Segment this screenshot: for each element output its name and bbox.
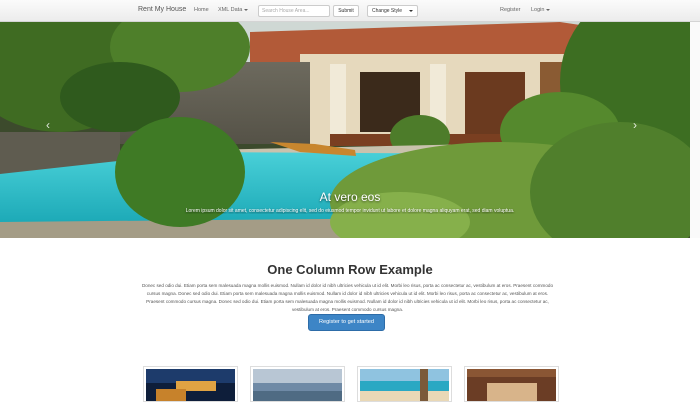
caret-down-icon	[409, 10, 413, 12]
nav-login-label: Login	[531, 7, 545, 13]
thumbnail-image	[360, 369, 449, 401]
nav-login-dropdown[interactable]: Login	[531, 7, 551, 13]
search-submit-button[interactable]: Submit	[333, 5, 359, 17]
change-style-select[interactable]: Change Style	[367, 5, 418, 17]
thumbnail-image	[467, 369, 556, 401]
nav-home-link[interactable]: Home	[194, 7, 209, 13]
carousel-caption-title: At vero eos	[319, 190, 381, 204]
thumbnail-image	[253, 369, 342, 401]
search-input[interactable]	[258, 5, 330, 17]
property-thumbnail[interactable]	[357, 366, 452, 402]
carousel-slide-image	[0, 22, 700, 238]
intro-paragraph: Donec sed odio dui. Etiam porta sem male…	[141, 283, 554, 312]
hero-carousel[interactable]: ‹ › At vero eos Lorem ipsum dolor sit am…	[0, 22, 700, 238]
nav-xml-data-label: XML Data	[218, 7, 243, 13]
thumbnail-image	[146, 369, 235, 401]
caret-down-icon	[546, 8, 551, 11]
nav-xml-data-dropdown[interactable]: XML Data	[218, 7, 249, 13]
property-thumbnail[interactable]	[464, 366, 559, 402]
change-style-label: Change Style	[372, 8, 403, 14]
carousel-next-icon[interactable]: ›	[633, 118, 637, 132]
property-thumbnail[interactable]	[143, 366, 238, 402]
carousel-prev-icon[interactable]: ‹	[46, 118, 50, 132]
top-navbar: Rent My House Home XML Data Submit Chang…	[0, 0, 700, 22]
caret-down-icon	[244, 8, 249, 11]
carousel-caption-text: Lorem ipsum dolor sit amet, consectetur …	[185, 208, 515, 214]
brand-link[interactable]: Rent My House	[138, 6, 186, 13]
navbar-container: Rent My House Home XML Data Submit Chang…	[132, 0, 562, 22]
nav-register-link[interactable]: Register	[500, 7, 520, 13]
register-cta-button[interactable]: Register to get started	[308, 314, 385, 331]
page-title: One Column Row Example	[267, 262, 433, 277]
thumbnail-row	[143, 366, 563, 402]
property-thumbnail[interactable]	[250, 366, 345, 402]
